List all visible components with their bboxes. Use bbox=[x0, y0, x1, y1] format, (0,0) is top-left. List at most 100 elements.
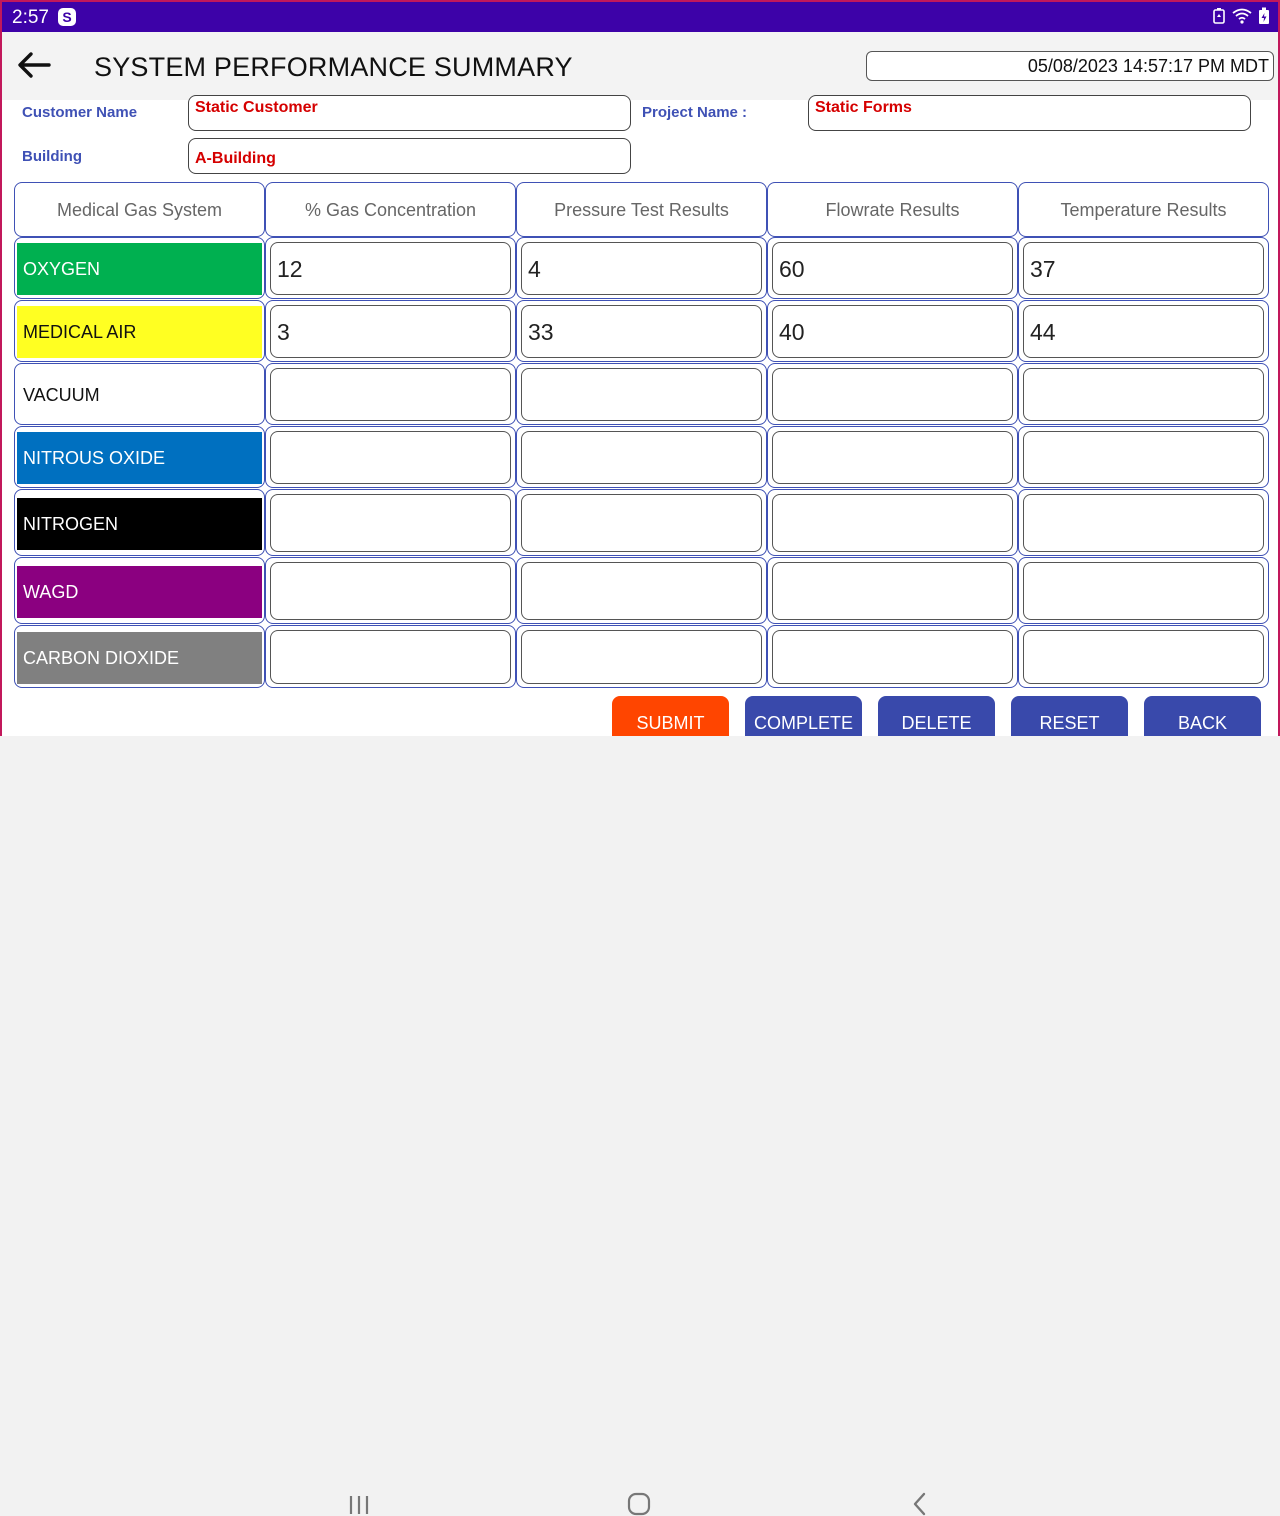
table-cell bbox=[516, 489, 767, 556]
nav-back-icon[interactable] bbox=[910, 1492, 930, 1516]
table-header-cell: Temperature Results bbox=[1018, 182, 1269, 237]
submit-button[interactable]: SUBMIT bbox=[612, 696, 729, 736]
building-label: Building bbox=[22, 148, 82, 165]
reset-button[interactable]: RESET bbox=[1011, 696, 1128, 736]
table-cell: 4 bbox=[516, 237, 767, 299]
table-cell bbox=[1018, 557, 1269, 624]
datetime-field: 05/08/2023 14:57:17 PM MDT bbox=[866, 51, 1274, 81]
table-cell bbox=[1018, 426, 1269, 488]
result-input[interactable] bbox=[1023, 630, 1264, 684]
app-window: 2:57 S SYSTEM PERFORMANCE SUMMARY 05/08/… bbox=[0, 0, 1280, 736]
back-button[interactable]: BACK bbox=[1144, 696, 1261, 736]
result-input[interactable]: 60 bbox=[772, 242, 1013, 295]
result-input[interactable] bbox=[270, 630, 511, 684]
table-row-gas-cell: NITROUS OXIDE bbox=[14, 426, 265, 488]
gas-name-label: CARBON DIOXIDE bbox=[17, 632, 262, 684]
result-input[interactable] bbox=[521, 368, 762, 421]
table-header-cell: Pressure Test Results bbox=[516, 182, 767, 237]
status-time: 2:57 bbox=[12, 7, 49, 28]
home-icon[interactable] bbox=[627, 1492, 651, 1516]
system-navigation-bar bbox=[0, 736, 1280, 1516]
table-cell bbox=[767, 625, 1018, 688]
table-cell bbox=[1018, 489, 1269, 556]
status-icons bbox=[1212, 7, 1270, 25]
result-input[interactable] bbox=[1023, 494, 1264, 552]
table-row-gas-cell: MEDICAL AIR bbox=[14, 300, 265, 362]
gas-name-label: MEDICAL AIR bbox=[17, 306, 262, 358]
result-input[interactable] bbox=[270, 494, 511, 552]
gas-name-label: VACUUM bbox=[17, 369, 262, 421]
gas-name-label: NITROUS OXIDE bbox=[17, 432, 262, 484]
result-input[interactable]: 40 bbox=[772, 305, 1013, 358]
table-header-cell: Medical Gas System bbox=[14, 182, 265, 237]
wifi-icon bbox=[1232, 8, 1252, 24]
table-header-cell: Flowrate Results bbox=[767, 182, 1018, 237]
table-cell bbox=[265, 363, 516, 425]
table-cell: 44 bbox=[1018, 300, 1269, 362]
result-input[interactable] bbox=[772, 368, 1013, 421]
table-cell: 40 bbox=[767, 300, 1018, 362]
table-cell bbox=[516, 557, 767, 624]
result-input[interactable]: 33 bbox=[521, 305, 762, 358]
gas-name-label: WAGD bbox=[17, 566, 262, 618]
result-input[interactable]: 3 bbox=[270, 305, 511, 358]
table-cell bbox=[265, 557, 516, 624]
table-cell bbox=[767, 426, 1018, 488]
result-input[interactable]: 12 bbox=[270, 242, 511, 295]
project-name-field[interactable]: Static Forms bbox=[808, 95, 1251, 131]
building-field[interactable]: A-Building bbox=[188, 138, 631, 174]
recent-apps-icon[interactable] bbox=[348, 1494, 370, 1516]
project-name-label: Project Name : bbox=[642, 104, 748, 121]
result-input[interactable] bbox=[1023, 562, 1264, 620]
table-header-cell: % Gas Concentration bbox=[265, 182, 516, 237]
table-cell bbox=[1018, 363, 1269, 425]
table-cell bbox=[767, 363, 1018, 425]
result-input[interactable] bbox=[270, 368, 511, 421]
result-input[interactable] bbox=[521, 630, 762, 684]
back-arrow-icon[interactable] bbox=[16, 50, 52, 80]
table-row-gas-cell: OXYGEN bbox=[14, 237, 265, 299]
table-cell bbox=[516, 426, 767, 488]
result-input[interactable] bbox=[772, 494, 1013, 552]
table-cell: 37 bbox=[1018, 237, 1269, 299]
page-title: SYSTEM PERFORMANCE SUMMARY bbox=[94, 52, 573, 82]
result-input[interactable] bbox=[521, 562, 762, 620]
result-input[interactable] bbox=[772, 562, 1013, 620]
customer-name-field[interactable]: Static Customer bbox=[188, 95, 631, 131]
complete-button[interactable]: COMPLETE bbox=[745, 696, 862, 736]
table-cell bbox=[265, 625, 516, 688]
table-row-gas-cell: CARBON DIOXIDE bbox=[14, 625, 265, 688]
table-cell bbox=[767, 557, 1018, 624]
table-cell bbox=[1018, 625, 1269, 688]
result-input[interactable] bbox=[521, 494, 762, 552]
table-cell: 3 bbox=[265, 300, 516, 362]
table-cell: 33 bbox=[516, 300, 767, 362]
app-header: SYSTEM PERFORMANCE SUMMARY 05/08/2023 14… bbox=[2, 32, 1278, 100]
result-input[interactable]: 37 bbox=[1023, 242, 1264, 295]
result-input[interactable]: 44 bbox=[1023, 305, 1264, 358]
gas-name-label: OXYGEN bbox=[17, 243, 262, 295]
table-cell bbox=[265, 489, 516, 556]
result-input[interactable]: 4 bbox=[521, 242, 762, 295]
table-cell bbox=[265, 426, 516, 488]
customer-name-label: Customer Name bbox=[22, 104, 138, 121]
table-cell: 60 bbox=[767, 237, 1018, 299]
performance-table: Medical Gas System% Gas Concentration Pre… bbox=[14, 182, 1270, 688]
battery-saver-icon bbox=[1213, 8, 1225, 24]
result-input[interactable] bbox=[270, 562, 511, 620]
delete-button[interactable]: DELETE bbox=[878, 696, 995, 736]
gas-name-label: NITROGEN bbox=[17, 498, 262, 550]
table-cell bbox=[516, 625, 767, 688]
result-input[interactable] bbox=[521, 431, 762, 484]
result-input[interactable] bbox=[270, 431, 511, 484]
table-row-gas-cell: WAGD bbox=[14, 557, 265, 624]
table-cell bbox=[516, 363, 767, 425]
result-input[interactable] bbox=[772, 431, 1013, 484]
result-input[interactable] bbox=[772, 630, 1013, 684]
result-input[interactable] bbox=[1023, 431, 1264, 484]
table-row-gas-cell: VACUUM bbox=[14, 363, 265, 425]
result-input[interactable] bbox=[1023, 368, 1264, 421]
table-cell: 12 bbox=[265, 237, 516, 299]
app-notification-icon: S bbox=[58, 8, 76, 26]
table-row-gas-cell: NITROGEN bbox=[14, 489, 265, 556]
